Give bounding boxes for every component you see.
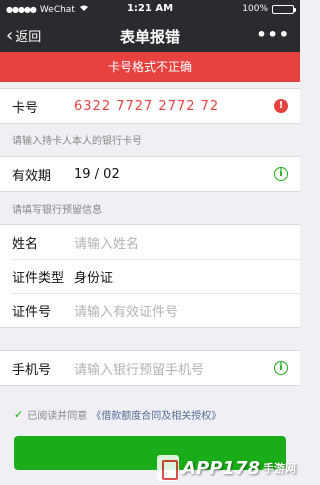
phone-row[interactable]: 手机号 请输入银行预留手机号 i (0, 351, 300, 385)
card-number-input[interactable]: 6322 7727 2772 72 (74, 99, 219, 114)
card-hint: 请输入持卡人本人的银行卡号 (12, 136, 142, 147)
warning-icon: ! (274, 99, 288, 113)
expiry-group: 有效期 19 / 02 i (0, 156, 300, 192)
battery-icon (272, 4, 296, 14)
card-number-label: 卡号 (12, 100, 39, 116)
phone-group: 手机号 请输入银行预留手机号 i (0, 350, 300, 386)
card-number-row[interactable]: 卡号 6322 7727 2772 72 ! (0, 89, 300, 123)
info-icon[interactable]: i (274, 167, 288, 181)
id-type-select[interactable]: 身份证 (74, 267, 113, 286)
phone-input[interactable]: 请输入银行预留手机号 (74, 359, 204, 378)
id-number-label: 证件号 (12, 304, 52, 320)
page-title: 表单报错 (119, 28, 180, 46)
watermark: APP178 手游网 (157, 455, 296, 481)
phone-label: 手机号 (12, 362, 52, 378)
battery-percent: 100% (242, 4, 268, 14)
expiry-row[interactable]: 有效期 19 / 02 i (0, 157, 300, 191)
id-type-label: 证件类型 (12, 270, 65, 286)
info-icon[interactable]: i (274, 361, 288, 375)
agreement-link[interactable]: 《借款额度合同及相关授权》 (91, 407, 221, 422)
name-input[interactable]: 请输入姓名 (74, 233, 139, 252)
expiry-label: 有效期 (12, 168, 52, 184)
more-button[interactable]: ••• (256, 25, 290, 44)
name-row[interactable]: 姓名 请输入姓名 (0, 225, 300, 259)
expiry-input[interactable]: 19 / 02 (74, 167, 120, 182)
phone-logo-icon (157, 455, 180, 481)
card-group: 卡号 6322 7727 2772 72 ! (0, 88, 300, 124)
bank-info-hint: 请填写银行预留信息 (12, 205, 102, 216)
checkbox-check-icon[interactable]: ✓ (14, 408, 23, 421)
id-type-row[interactable]: 证件类型 身份证 (0, 259, 300, 293)
id-number-input[interactable]: 请输入有效证件号 (74, 301, 178, 320)
nav-bar: ‹ 返回 表单报错 ••• (0, 18, 300, 52)
name-label: 姓名 (12, 236, 39, 252)
watermark-sub: 手游网 (263, 462, 296, 475)
watermark-logo: APP178 (182, 457, 260, 479)
status-bar: ●●●●● WeChat 1:21 AM 100% (0, 0, 300, 18)
agreement-prefix: 已阅读并同意 (27, 411, 88, 422)
id-number-row[interactable]: 证件号 请输入有效证件号 (0, 293, 300, 327)
status-right: 100% (242, 4, 296, 14)
error-banner: 卡号格式不正确 (0, 52, 300, 82)
identity-group: 姓名 请输入姓名 证件类型 身份证 证件号 请输入有效证件号 (0, 224, 300, 328)
agreement[interactable]: ✓ 已阅读并同意 《借款额度合同及相关授权》 (14, 407, 221, 422)
